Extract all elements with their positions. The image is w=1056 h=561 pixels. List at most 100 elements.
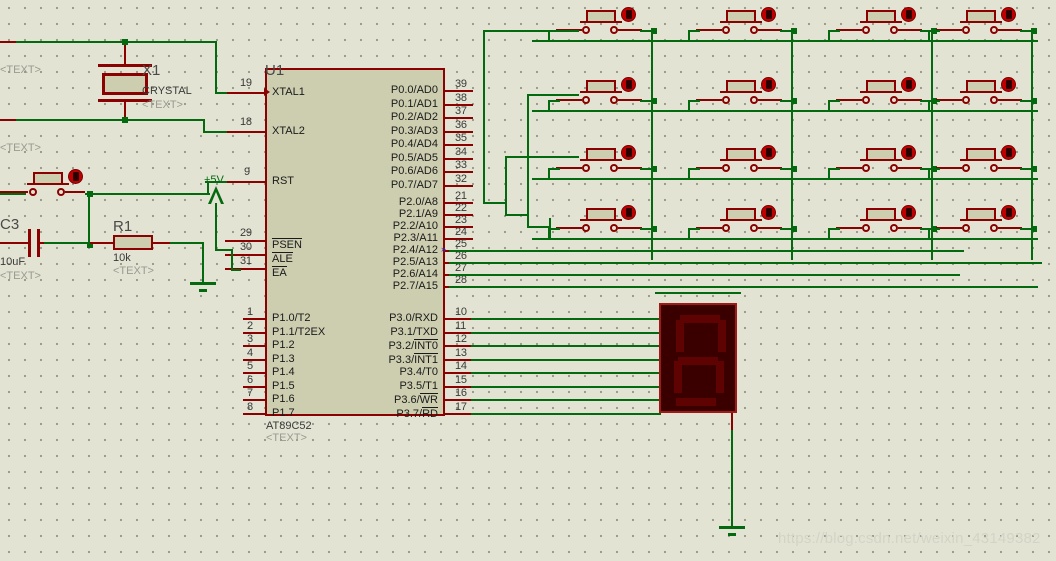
wire-cap-to-node[interactable] [44, 242, 90, 244]
wire-col-0-vertical[interactable] [483, 30, 485, 204]
keypad-button-r3-c0[interactable] [556, 206, 642, 236]
ic-text-placeholder: <TEXT> [266, 432, 307, 444]
keypad-button-r2-c1[interactable] [696, 146, 782, 176]
wire-xtal1-to-pin[interactable] [215, 92, 227, 94]
wire-reset-to-rst[interactable] [85, 193, 210, 195]
wire-xtal2-to-pin[interactable] [203, 131, 227, 133]
keypad-button-r1-c3[interactable] [936, 78, 1022, 108]
wire-p2-2-col[interactable] [527, 226, 549, 228]
pin-number-8: 8 [247, 401, 253, 413]
keypad-button-actuator-icon[interactable] [622, 146, 635, 159]
keypad-button-r2-c2[interactable] [836, 146, 922, 176]
wire-p2-3-col[interactable] [549, 238, 571, 240]
keypad-button-actuator-icon[interactable] [1002, 8, 1015, 21]
keypad-button-actuator-icon[interactable] [902, 78, 915, 91]
keypad-button-actuator-icon[interactable] [1002, 206, 1015, 219]
keypad-button-r1-c0[interactable] [556, 78, 642, 108]
keypad-button-terminal-left [582, 164, 590, 172]
wire-row-1-bus[interactable] [449, 274, 960, 276]
wire-reset-node-down[interactable] [88, 193, 90, 245]
wire-matrix-row-link-1[interactable] [548, 110, 1038, 112]
keypad-button-actuator-icon[interactable] [762, 206, 775, 219]
wire-column-bus-3[interactable] [1031, 30, 1033, 260]
wire-row-2-bus[interactable] [449, 262, 1042, 264]
wire-p3-2-to-display[interactable] [471, 345, 661, 347]
keypad-button-bar [860, 219, 902, 221]
wire-row-3-bus[interactable] [449, 250, 964, 252]
keypad-button-r2-c0[interactable] [556, 146, 642, 176]
wire-col-2-top[interactable] [527, 94, 579, 96]
pin-number-23: 23 [455, 214, 467, 226]
wire-xtal1-down[interactable] [215, 41, 217, 93]
wire-p3-7-to-display[interactable] [471, 413, 661, 415]
keypad-button-cap [966, 80, 996, 91]
wire-seven-segment-gnd[interactable] [731, 430, 733, 528]
keypad-button-r1-c2[interactable] [836, 78, 922, 108]
wire-matrix-row-link-2[interactable] [548, 178, 1038, 180]
keypad-button-r0-c2[interactable] [836, 8, 922, 38]
pin-number-18: 18 [240, 116, 252, 128]
keypad-button-cap [586, 148, 616, 159]
keypad-button-actuator-icon[interactable] [622, 206, 635, 219]
wire-above-seven-segment[interactable] [655, 292, 741, 294]
wire-xtal1-top[interactable] [0, 41, 216, 43]
keypad-button-actuator-icon[interactable] [902, 8, 915, 21]
wire-column-bus-1[interactable] [791, 30, 793, 260]
wire-xtal2-bottom[interactable] [0, 119, 205, 121]
keypad-button-actuator-icon[interactable] [762, 78, 775, 91]
wire-col-2-vertical[interactable] [527, 94, 529, 228]
keypad-button-actuator-icon[interactable] [1002, 78, 1015, 91]
wire-gnd-stem[interactable] [202, 242, 204, 284]
keypad-button-terminal-right [990, 164, 998, 172]
wire-p3-6-to-display[interactable] [471, 399, 661, 401]
wire-power-down[interactable] [215, 203, 217, 251]
left-text-placeholder-top: <TEXT> [0, 64, 41, 76]
keypad-button-r2-c3[interactable] [936, 146, 1022, 176]
wire-p2-1-col[interactable] [505, 214, 527, 216]
keypad-button-r0-c1[interactable] [696, 8, 782, 38]
keypad-button-actuator-icon[interactable] [762, 8, 775, 21]
wire-p3-1-to-display[interactable] [471, 332, 661, 334]
keypad-button-r3-c1[interactable] [696, 206, 782, 236]
keypad-button-terminal-left [722, 224, 730, 232]
seven-segment-display[interactable] [659, 303, 737, 413]
wire-p3-4-to-display[interactable] [471, 372, 661, 374]
resistor-body[interactable] [113, 235, 153, 250]
keypad-button-bar [580, 219, 622, 221]
wire-p3-0-to-display[interactable] [471, 318, 661, 320]
keypad-button-r1-c1[interactable] [696, 78, 782, 108]
reset-button[interactable] [0, 170, 85, 200]
reset-button-actuator-icon[interactable] [69, 170, 82, 183]
wire-col-0-top[interactable] [483, 30, 579, 32]
pin-number-21: 21 [455, 190, 467, 202]
wire-p3-3-to-display[interactable] [471, 359, 661, 361]
wire-resistor-to-gnd[interactable] [170, 242, 204, 244]
wire-matrix-row-link-0[interactable] [548, 40, 1038, 42]
keypad-button-actuator-icon[interactable] [902, 146, 915, 159]
keypad-button-r0-c0[interactable] [556, 8, 642, 38]
wire-p2-0-col[interactable] [483, 202, 505, 204]
keypad-button-cap [866, 208, 896, 219]
wire-power-to-ea[interactable] [231, 249, 233, 271]
wire-column-bus-0[interactable] [651, 30, 653, 260]
keypad-button-actuator-icon[interactable] [622, 78, 635, 91]
schematic-canvas[interactable]: U1 AT89C52 <TEXT> 19 XTAL1 18 XTAL2 9 RS… [0, 0, 1056, 561]
wire-matrix-row-link-3[interactable] [548, 238, 1038, 240]
keypad-button-terminal-right [610, 26, 618, 34]
keypad-button-actuator-icon[interactable] [762, 146, 775, 159]
keypad-button-r3-c2[interactable] [836, 206, 922, 236]
keypad-button-r3-c3[interactable] [936, 206, 1022, 236]
wire-col-3-vertical[interactable] [549, 218, 551, 240]
keypad-button-actuator-icon[interactable] [902, 206, 915, 219]
wire-reset-switch-left[interactable] [0, 193, 26, 195]
wire-ea-connect[interactable] [231, 269, 241, 271]
wire-stub-left-top [0, 41, 16, 43]
keypad-button-actuator-icon[interactable] [1002, 146, 1015, 159]
keypad-button-r0-c3[interactable] [936, 8, 1022, 38]
wire-p3-5-to-display[interactable] [471, 386, 661, 388]
wire-row-0-bus[interactable] [449, 286, 1038, 288]
wire-col-1-top[interactable] [505, 156, 579, 158]
wire-col-1-vertical[interactable] [505, 156, 507, 216]
keypad-button-actuator-icon[interactable] [622, 8, 635, 21]
wire-column-bus-2[interactable] [931, 30, 933, 260]
